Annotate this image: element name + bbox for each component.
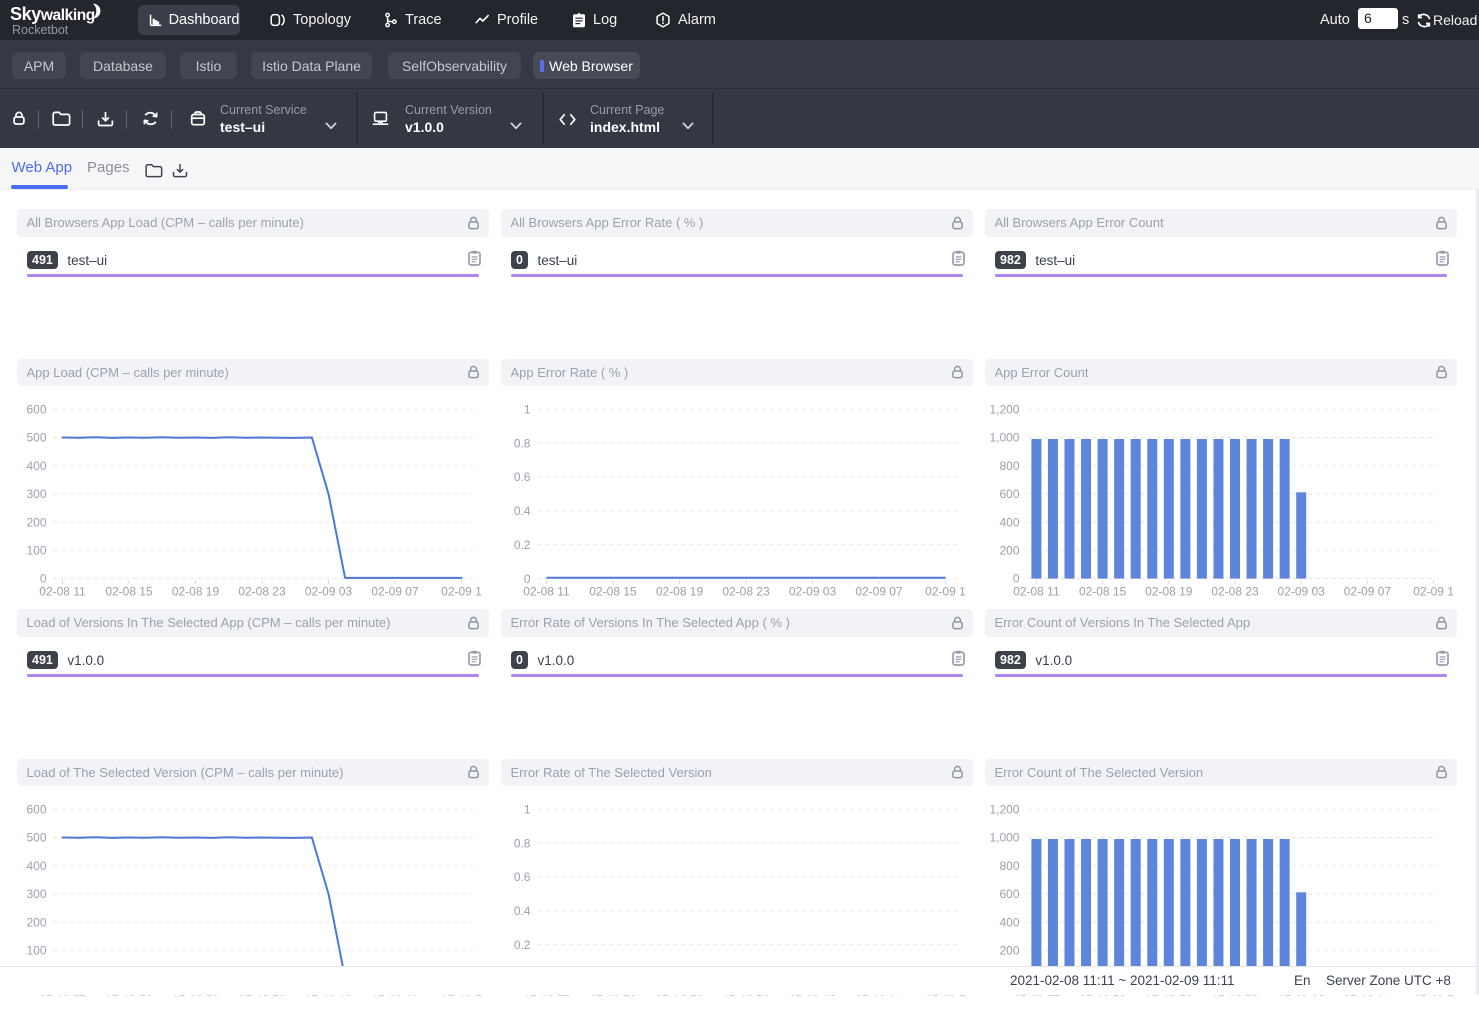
svg-text:0.2: 0.2	[513, 938, 530, 952]
svg-text:02-09 07: 02-09 07	[1343, 584, 1391, 598]
svg-text:02-08 11: 02-08 11	[39, 584, 86, 598]
svg-text:100: 100	[26, 543, 46, 557]
svg-text:02-09 07: 02-09 07	[855, 584, 903, 598]
svg-text:600: 600	[26, 802, 46, 816]
svg-text:02-09 1: 02-09 1	[925, 584, 966, 598]
svg-text:02-09 03: 02-09 03	[304, 584, 352, 598]
svg-text:500: 500	[26, 430, 46, 444]
svg-text:02-08 15: 02-08 15	[105, 584, 153, 598]
svg-text:02-08 19: 02-08 19	[655, 584, 703, 598]
svg-text:400: 400	[26, 459, 46, 473]
svg-text:800: 800	[999, 459, 1019, 473]
svg-text:600: 600	[26, 402, 46, 416]
svg-text:02-09 1: 02-09 1	[1413, 584, 1454, 598]
svg-text:1,200: 1,200	[989, 402, 1019, 416]
svg-text:1,000: 1,000	[989, 430, 1019, 444]
svg-text:600: 600	[999, 887, 1019, 901]
svg-text:100: 100	[26, 943, 46, 957]
svg-text:02-08 23: 02-08 23	[238, 584, 286, 598]
svg-text:02-09 03: 02-09 03	[788, 584, 836, 598]
svg-text:0.8: 0.8	[513, 836, 530, 850]
svg-text:0.6: 0.6	[513, 470, 530, 484]
svg-text:1: 1	[523, 402, 530, 416]
svg-text:200: 200	[26, 515, 46, 529]
svg-text:600: 600	[999, 487, 1019, 501]
svg-text:02-08 23: 02-08 23	[722, 584, 770, 598]
svg-text:400: 400	[26, 859, 46, 873]
svg-text:1,000: 1,000	[989, 830, 1019, 844]
svg-text:1,200: 1,200	[989, 802, 1019, 816]
svg-text:02-08 11: 02-08 11	[523, 584, 570, 598]
svg-text:0.4: 0.4	[513, 504, 530, 518]
svg-text:300: 300	[26, 887, 46, 901]
svg-text:02-09 1: 02-09 1	[441, 584, 482, 598]
svg-text:02-08 15: 02-08 15	[1078, 584, 1126, 598]
svg-text:02-08 19: 02-08 19	[171, 584, 219, 598]
svg-text:200: 200	[999, 943, 1019, 957]
svg-text:02-09 07: 02-09 07	[371, 584, 419, 598]
svg-text:800: 800	[999, 859, 1019, 873]
svg-text:02-08 23: 02-08 23	[1211, 584, 1259, 598]
svg-text:02-08 11: 02-08 11	[1013, 584, 1060, 598]
svg-text:400: 400	[999, 915, 1019, 929]
svg-text:0.4: 0.4	[513, 904, 530, 918]
svg-text:02-09 03: 02-09 03	[1277, 584, 1325, 598]
svg-text:1: 1	[523, 802, 530, 816]
svg-text:200: 200	[26, 915, 46, 929]
svg-text:300: 300	[26, 487, 46, 501]
svg-text:02-08 19: 02-08 19	[1145, 584, 1193, 598]
svg-text:02-08 15: 02-08 15	[589, 584, 637, 598]
svg-text:200: 200	[999, 543, 1019, 557]
svg-text:400: 400	[999, 515, 1019, 529]
svg-text:500: 500	[26, 830, 46, 844]
svg-text:0.2: 0.2	[513, 538, 530, 552]
svg-text:0.8: 0.8	[513, 436, 530, 450]
svg-text:0.6: 0.6	[513, 870, 530, 884]
